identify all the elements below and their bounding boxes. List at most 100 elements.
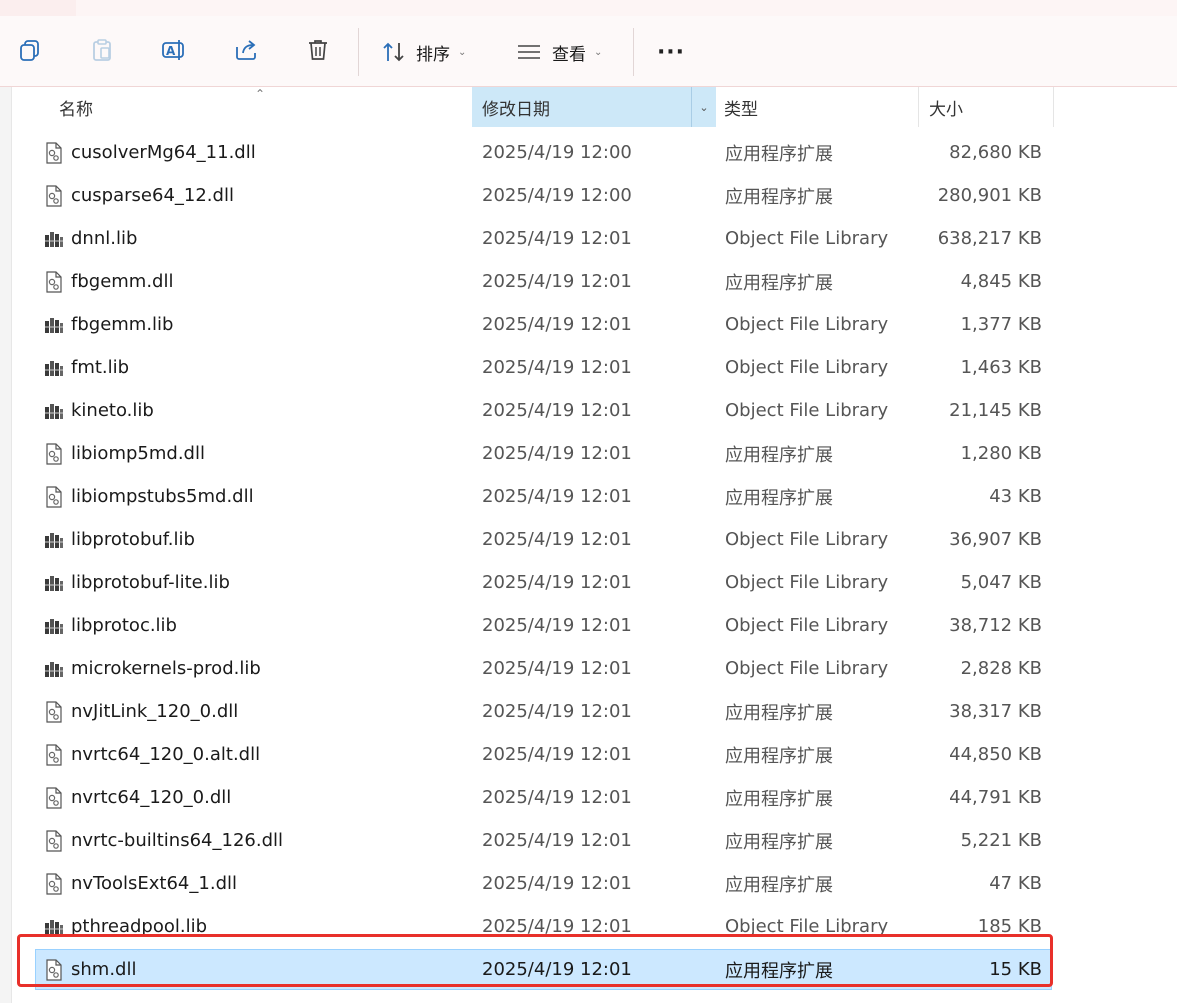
sort-label: 排序 [416,44,450,65]
sort-icon [383,42,404,62]
dll-file-icon [43,819,65,862]
dll-file-icon [43,862,65,905]
toolbar-divider [358,28,359,76]
file-type: 应用程序扩展 [725,831,833,853]
file-size: 38,317 KB [949,701,1042,722]
share-icon [236,40,256,60]
file-date-modified: 2025/4/19 12:01 [482,357,632,378]
file-type: 应用程序扩展 [725,788,833,810]
file-row[interactable]: nvrtc64_120_0.dll 2025/4/19 12:01 应用程序扩展 44… [11,776,1177,819]
dll-file-icon [43,131,65,174]
file-date-modified: 2025/4/19 12:00 [482,142,632,163]
rename-button[interactable]: A [160,36,188,64]
delete-button[interactable] [304,36,332,64]
file-size: 38,712 KB [949,615,1042,636]
file-date-modified: 2025/4/19 12:01 [482,830,632,851]
list-view-icon [518,45,540,59]
column-header-date-modified[interactable]: 修改日期 ⌄ [472,87,716,127]
file-row[interactable]: cusolverMg64_11.dll 2025/4/19 12:00 应用程序扩展… [11,131,1177,174]
file-type: 应用程序扩展 [725,272,833,294]
file-type: Object File Library [725,400,889,421]
file-size: 5,047 KB [960,572,1042,593]
file-size: 1,377 KB [960,314,1042,335]
file-row[interactable]: kineto.lib 2025/4/19 12:01 Object File Lib… [11,389,1177,432]
file-date-modified: 2025/4/19 12:01 [482,271,632,292]
file-type: Object File Library [725,615,889,636]
file-row[interactable]: fmt.lib 2025/4/19 12:01 Object File Librar… [11,346,1177,389]
trash-icon [309,40,327,60]
view-menu-button[interactable]: 查看 ⌄ [516,38,602,66]
lib-file-icon [43,561,65,604]
file-name: microkernels-prod.lib [71,658,261,679]
file-size: 5,221 KB [960,830,1042,851]
file-row[interactable]: libiompstubs5md.dll 2025/4/19 12:01 应用程序扩展… [11,475,1177,518]
svg-text:A: A [166,44,176,58]
file-row[interactable]: dnnl.lib 2025/4/19 12:01 Object File Libra… [11,217,1177,260]
file-row[interactable]: fbgemm.lib 2025/4/19 12:01 Object File Lib… [11,303,1177,346]
file-date-modified: 2025/4/19 12:01 [482,744,632,765]
toolbar-divider [633,28,634,76]
file-name: nvrtc64_120_0.alt.dll [71,744,261,765]
column-header-size[interactable]: 大小 [918,87,1054,127]
file-name: dnnl.lib [71,228,138,249]
file-date-modified: 2025/4/19 12:01 [482,529,632,550]
address-bar-edge [76,0,1177,17]
file-name: kineto.lib [71,400,154,421]
file-name: libprotoc.lib [71,615,177,636]
file-size: 44,791 KB [949,787,1042,808]
file-row[interactable]: cusparse64_12.dll 2025/4/19 12:00 应用程序扩展 28… [11,174,1177,217]
column-header-type[interactable]: 类型 [724,87,918,127]
paste-icon [93,39,111,61]
more-icon: ··· [656,39,686,65]
file-date-modified: 2025/4/19 12:01 [482,314,632,335]
lib-file-icon [43,604,65,647]
file-type: 应用程序扩展 [725,444,833,466]
file-size: 47 KB [989,873,1042,894]
file-date-modified: 2025/4/19 12:01 [482,572,632,593]
file-date-modified: 2025/4/19 12:01 [482,486,632,507]
file-name: cusparse64_12.dll [71,185,234,206]
file-row[interactable]: libprotobuf-lite.lib 2025/4/19 12:01 Objec… [11,561,1177,604]
column-dropdown-button[interactable]: ⌄ [691,87,716,127]
copy-button[interactable] [16,36,44,64]
file-date-modified: 2025/4/19 12:00 [482,185,632,206]
file-row[interactable]: libprotobuf.lib 2025/4/19 12:01 Object Fil… [11,518,1177,561]
file-type: Object File Library [725,658,889,679]
lib-file-icon [43,647,65,690]
view-label: 查看 [552,44,586,65]
file-row[interactable]: libiomp5md.dll 2025/4/19 12:01 应用程序扩展 1,280… [11,432,1177,475]
file-date-modified: 2025/4/19 12:01 [482,701,632,722]
more-options-button[interactable]: ··· [655,38,687,66]
title-strip [0,0,1177,17]
dll-file-icon [43,174,65,217]
file-row[interactable]: nvToolsExt64_1.dll 2025/4/19 12:01 应用程序扩展 4… [11,862,1177,905]
lib-file-icon [43,346,65,389]
file-type: 应用程序扩展 [725,702,833,724]
file-row[interactable]: libprotoc.lib 2025/4/19 12:01 Object File … [11,604,1177,647]
column-header: ⌃ 名称 修改日期 ⌄ 类型 大小 [11,87,1177,127]
sort-menu-button[interactable]: 排序 ⌄ [382,38,466,66]
file-row[interactable]: fbgemm.dll 2025/4/19 12:01 应用程序扩展 4,845 KB [11,260,1177,303]
file-name: nvToolsExt64_1.dll [71,873,237,894]
column-date-label: 修改日期 [482,99,550,120]
column-header-name[interactable]: 名称 [59,87,471,127]
chevron-down-icon: ⌄ [458,46,467,58]
file-name: libprotobuf.lib [71,529,195,550]
file-date-modified: 2025/4/19 12:01 [482,873,632,894]
file-size: 280,901 KB [937,185,1042,206]
file-row[interactable]: nvJitLink_120_0.dll 2025/4/19 12:01 应用程序扩展… [11,690,1177,733]
file-size: 1,280 KB [960,443,1042,464]
share-button[interactable] [232,36,260,64]
lib-file-icon [43,217,65,260]
file-row[interactable]: nvrtc-builtins64_126.dll 2025/4/19 12:01 应… [11,819,1177,862]
file-date-modified: 2025/4/19 12:01 [482,400,632,421]
file-size: 4,845 KB [960,271,1042,292]
file-type: 应用程序扩展 [725,874,833,896]
paste-button[interactable] [88,36,116,64]
file-date-modified: 2025/4/19 12:01 [482,228,632,249]
file-type: 应用程序扩展 [725,487,833,509]
chevron-down-icon: ⌄ [699,100,709,114]
file-row[interactable]: microkernels-prod.lib 2025/4/19 12:01 Obje… [11,647,1177,690]
file-row[interactable]: nvrtc64_120_0.alt.dll 2025/4/19 12:01 应用程序… [11,733,1177,776]
column-name-label: 名称 [59,99,93,120]
